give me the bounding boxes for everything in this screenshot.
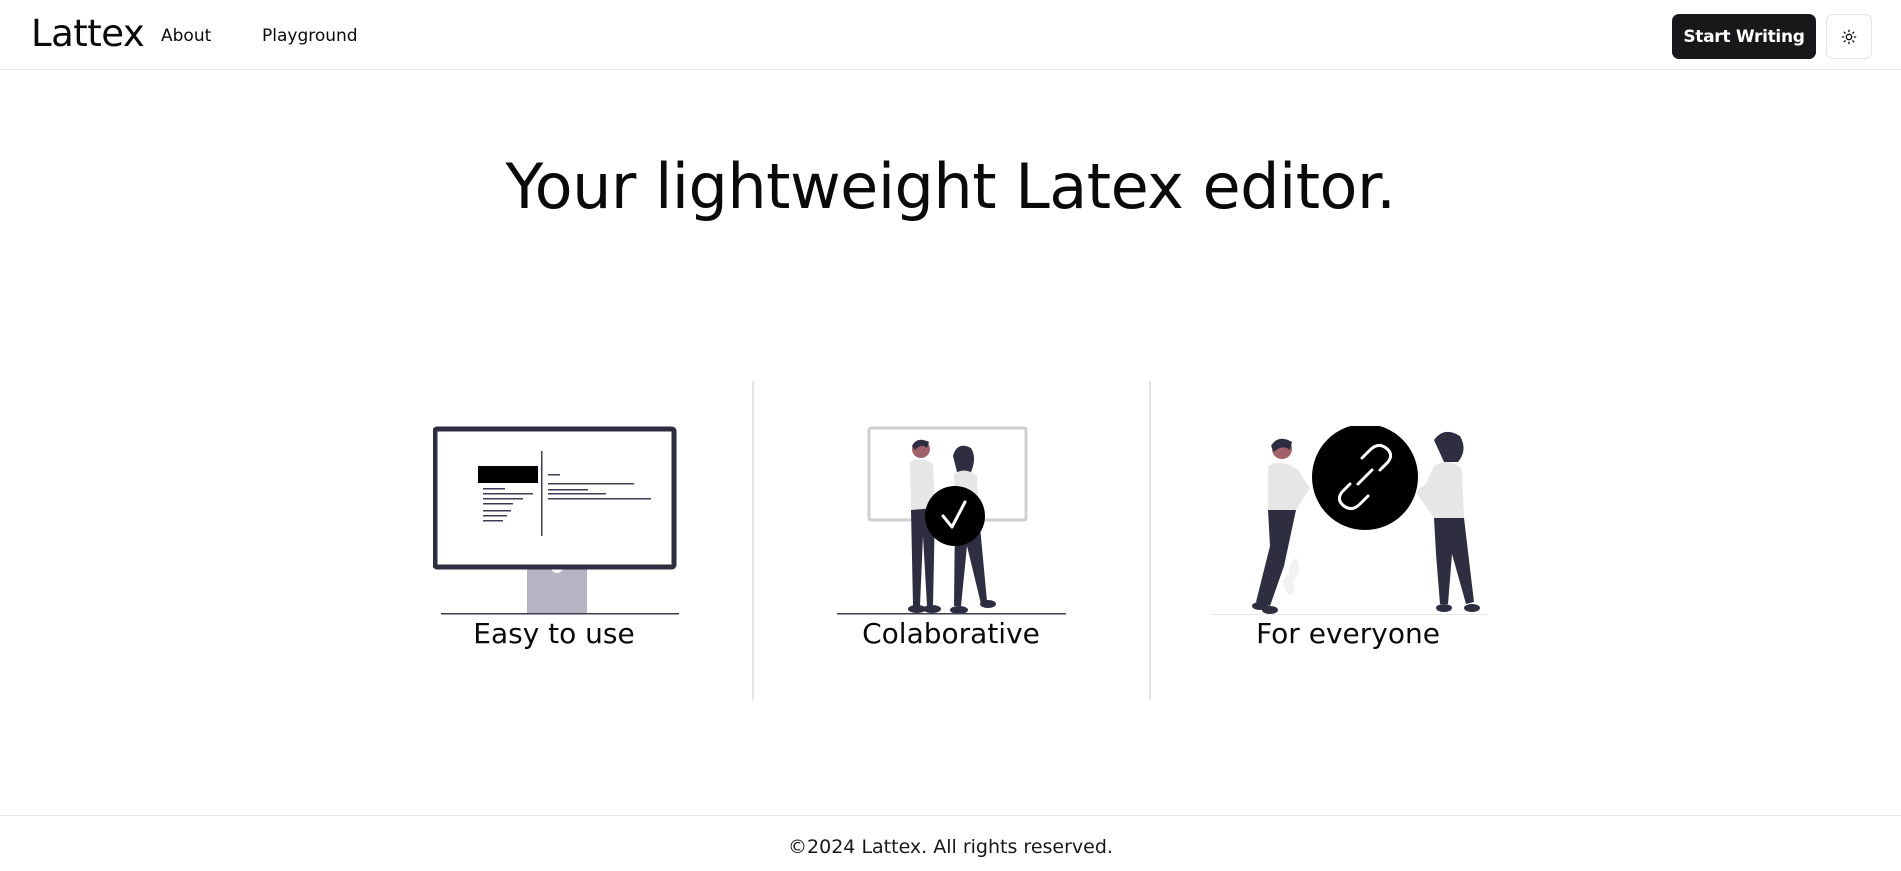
monitor-illustration (433, 426, 679, 615)
nav-link-about[interactable]: About (161, 26, 211, 46)
people-link-illustration (1212, 426, 1487, 615)
brand-logo[interactable]: Lattex (31, 12, 145, 55)
people-checkmark-illustration (837, 426, 1066, 615)
start-writing-button[interactable]: Start Writing (1672, 14, 1816, 59)
copyright-text: ©2024 Lattex. All rights reserved. (788, 836, 1113, 858)
nav-link-playground[interactable]: Playground (262, 26, 358, 46)
feature-label: For everyone (1256, 617, 1440, 650)
feature-label: Easy to use (473, 617, 635, 650)
feature-colaborative: Colaborative (752, 381, 1148, 700)
navbar: Lattex About Playground Start Writing (0, 0, 1901, 70)
sun-icon (1841, 29, 1857, 44)
theme-toggle-button[interactable] (1826, 14, 1872, 59)
feature-for-everyone: For everyone (1149, 381, 1545, 700)
hero-title: Your lightweight Latex editor. (505, 150, 1397, 223)
feature-label: Colaborative (862, 617, 1040, 650)
feature-easy-to-use: Easy to use (356, 381, 752, 700)
footer: ©2024 Lattex. All rights reserved. (0, 815, 1901, 871)
